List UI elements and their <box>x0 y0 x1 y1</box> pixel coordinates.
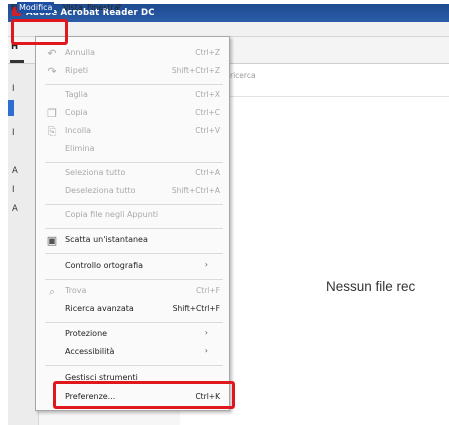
paste-icon: ⎘ <box>47 125 57 138</box>
menu-item-label: Accessibilità <box>65 347 115 356</box>
menu-separator <box>45 204 223 205</box>
menu-item-shortcut: Ctrl+Z <box>195 48 220 57</box>
menu-separator <box>45 228 223 229</box>
menu-item-label: Taglia <box>65 90 88 99</box>
menu-item-label: Elimina <box>65 144 95 153</box>
menu-bar <box>8 22 449 37</box>
redo-icon: ↷ <box>47 65 57 78</box>
menu-item-shortcut: Ctrl+C <box>195 108 220 117</box>
copy-icon: ❐ <box>47 107 57 120</box>
menu-item-label: Protezione <box>65 329 108 338</box>
camera-icon: ▣ <box>46 234 58 247</box>
menu-separator <box>45 253 223 254</box>
highlight-box-modifica <box>11 19 68 45</box>
menu-item-shortcut: Ctrl+A <box>195 168 220 177</box>
left-nav-item[interactable]: I <box>12 84 15 94</box>
menu-modifica[interactable]: Modifica <box>17 2 55 13</box>
menu-item-delete[interactable]: Elimina <box>35 142 228 158</box>
menu-item-shortcut: Ctrl+F <box>196 286 220 295</box>
menu-item-find[interactable]: ⌕ Trova Ctrl+F <box>35 284 228 300</box>
menu-separator <box>45 84 223 85</box>
menu-item-label: Ricerca avanzata <box>65 304 134 313</box>
menu-separator <box>45 322 223 323</box>
menu-item-shortcut: Shift+Ctrl+A <box>171 186 220 195</box>
menu-item-copy-file[interactable]: Copia file negli Appunti <box>35 208 228 224</box>
menu-item-copy[interactable]: ❐ Copia Ctrl+C <box>35 106 228 122</box>
chevron-right-icon: › <box>204 346 208 355</box>
menu-item-label: Deseleziona tutto <box>65 186 136 195</box>
menu-help[interactable]: ? <box>115 2 123 13</box>
menu-item-label: Incolla <box>65 126 92 135</box>
menu-item-advanced-search[interactable]: Ricerca avanzata Shift+Ctrl+F <box>35 302 228 318</box>
menu-item-label: Annulla <box>65 48 96 57</box>
undo-icon: ↶ <box>47 47 57 60</box>
menu-item-redo[interactable]: ↷ Ripeti Shift+Ctrl+Z <box>35 64 228 80</box>
highlight-box-preferences <box>53 381 235 409</box>
menu-item-label: Seleziona tutto <box>65 168 126 177</box>
menu-item-label: Trova <box>65 286 87 295</box>
menu-item-paste[interactable]: ⎘ Incolla Ctrl+V <box>35 124 228 140</box>
menu-item-label: Copia file negli Appunti <box>65 210 159 219</box>
menu-item-shortcut: Shift+Ctrl+F <box>172 304 220 313</box>
active-tab-indicator <box>10 60 24 63</box>
menu-item-shortcut: Shift+Ctrl+Z <box>171 66 220 75</box>
left-nav-item[interactable]: A <box>12 166 18 176</box>
menu-item-protection[interactable]: Protezione › <box>35 327 228 343</box>
menu-item-accessibility[interactable]: Accessibilità › <box>35 345 228 361</box>
menu-item-cut[interactable]: Taglia Ctrl+X <box>35 88 228 104</box>
menu-vista[interactable]: Vista <box>61 2 85 13</box>
menu-item-snapshot[interactable]: ▣ Scatta un'istantanea <box>35 233 228 249</box>
left-nav-item[interactable]: A <box>12 204 18 214</box>
menu-item-label: Scatta un'istantanea <box>65 235 148 244</box>
menu-item-deselect-all[interactable]: Deseleziona tutto Shift+Ctrl+A <box>35 184 228 200</box>
search-icon: ⌕ <box>48 285 56 298</box>
menu-item-spell-check[interactable]: Controllo ortografia › <box>35 259 228 275</box>
menu-item-label: Controllo ortografia <box>65 261 144 270</box>
menu-item-shortcut: Ctrl+V <box>195 126 220 135</box>
menu-item-shortcut: Ctrl+X <box>195 90 220 99</box>
search-hint[interactable]: ricerca <box>230 71 256 80</box>
left-nav-item[interactable]: I <box>12 185 15 195</box>
left-nav-selected-indicator <box>8 100 14 116</box>
chevron-right-icon: › <box>204 260 208 269</box>
chevron-right-icon: › <box>204 328 208 337</box>
empty-recent-files-message: Nessun file rec <box>326 279 416 294</box>
menu-item-select-all[interactable]: Seleziona tutto Ctrl+A <box>35 166 228 182</box>
menu-separator <box>45 279 223 280</box>
menu-separator <box>45 365 223 366</box>
menu-separator <box>45 162 223 163</box>
menu-item-label: Ripeti <box>65 66 89 75</box>
left-nav-item[interactable]: I <box>12 128 15 138</box>
menu-item-undo[interactable]: ↶ Annulla Ctrl+Z <box>35 46 228 62</box>
menu-item-label: Copia <box>65 108 88 117</box>
